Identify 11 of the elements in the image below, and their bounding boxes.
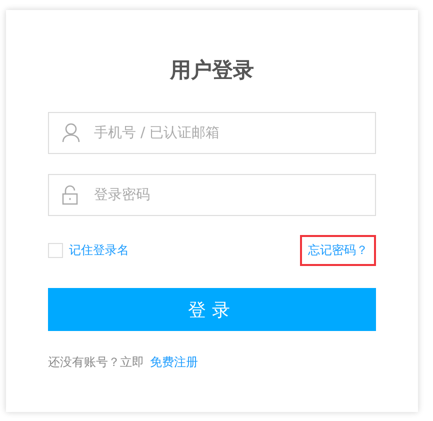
- password-field[interactable]: 登录密码: [48, 174, 376, 216]
- lock-icon: [62, 185, 78, 205]
- signup-link[interactable]: 免费注册: [150, 354, 198, 371]
- user-icon: [62, 123, 80, 143]
- account-field[interactable]: 手机号 / 已认证邮箱: [48, 112, 376, 154]
- forgot-password-link[interactable]: 忘记密码？: [300, 234, 376, 266]
- remember-label: 记住登录名: [69, 242, 129, 258]
- remember-checkbox[interactable]: [48, 242, 63, 258]
- login-button[interactable]: 登录: [48, 288, 376, 331]
- signup-prompt: 还没有账号？立即: [48, 354, 144, 371]
- login-title: 用户登录: [168, 57, 255, 84]
